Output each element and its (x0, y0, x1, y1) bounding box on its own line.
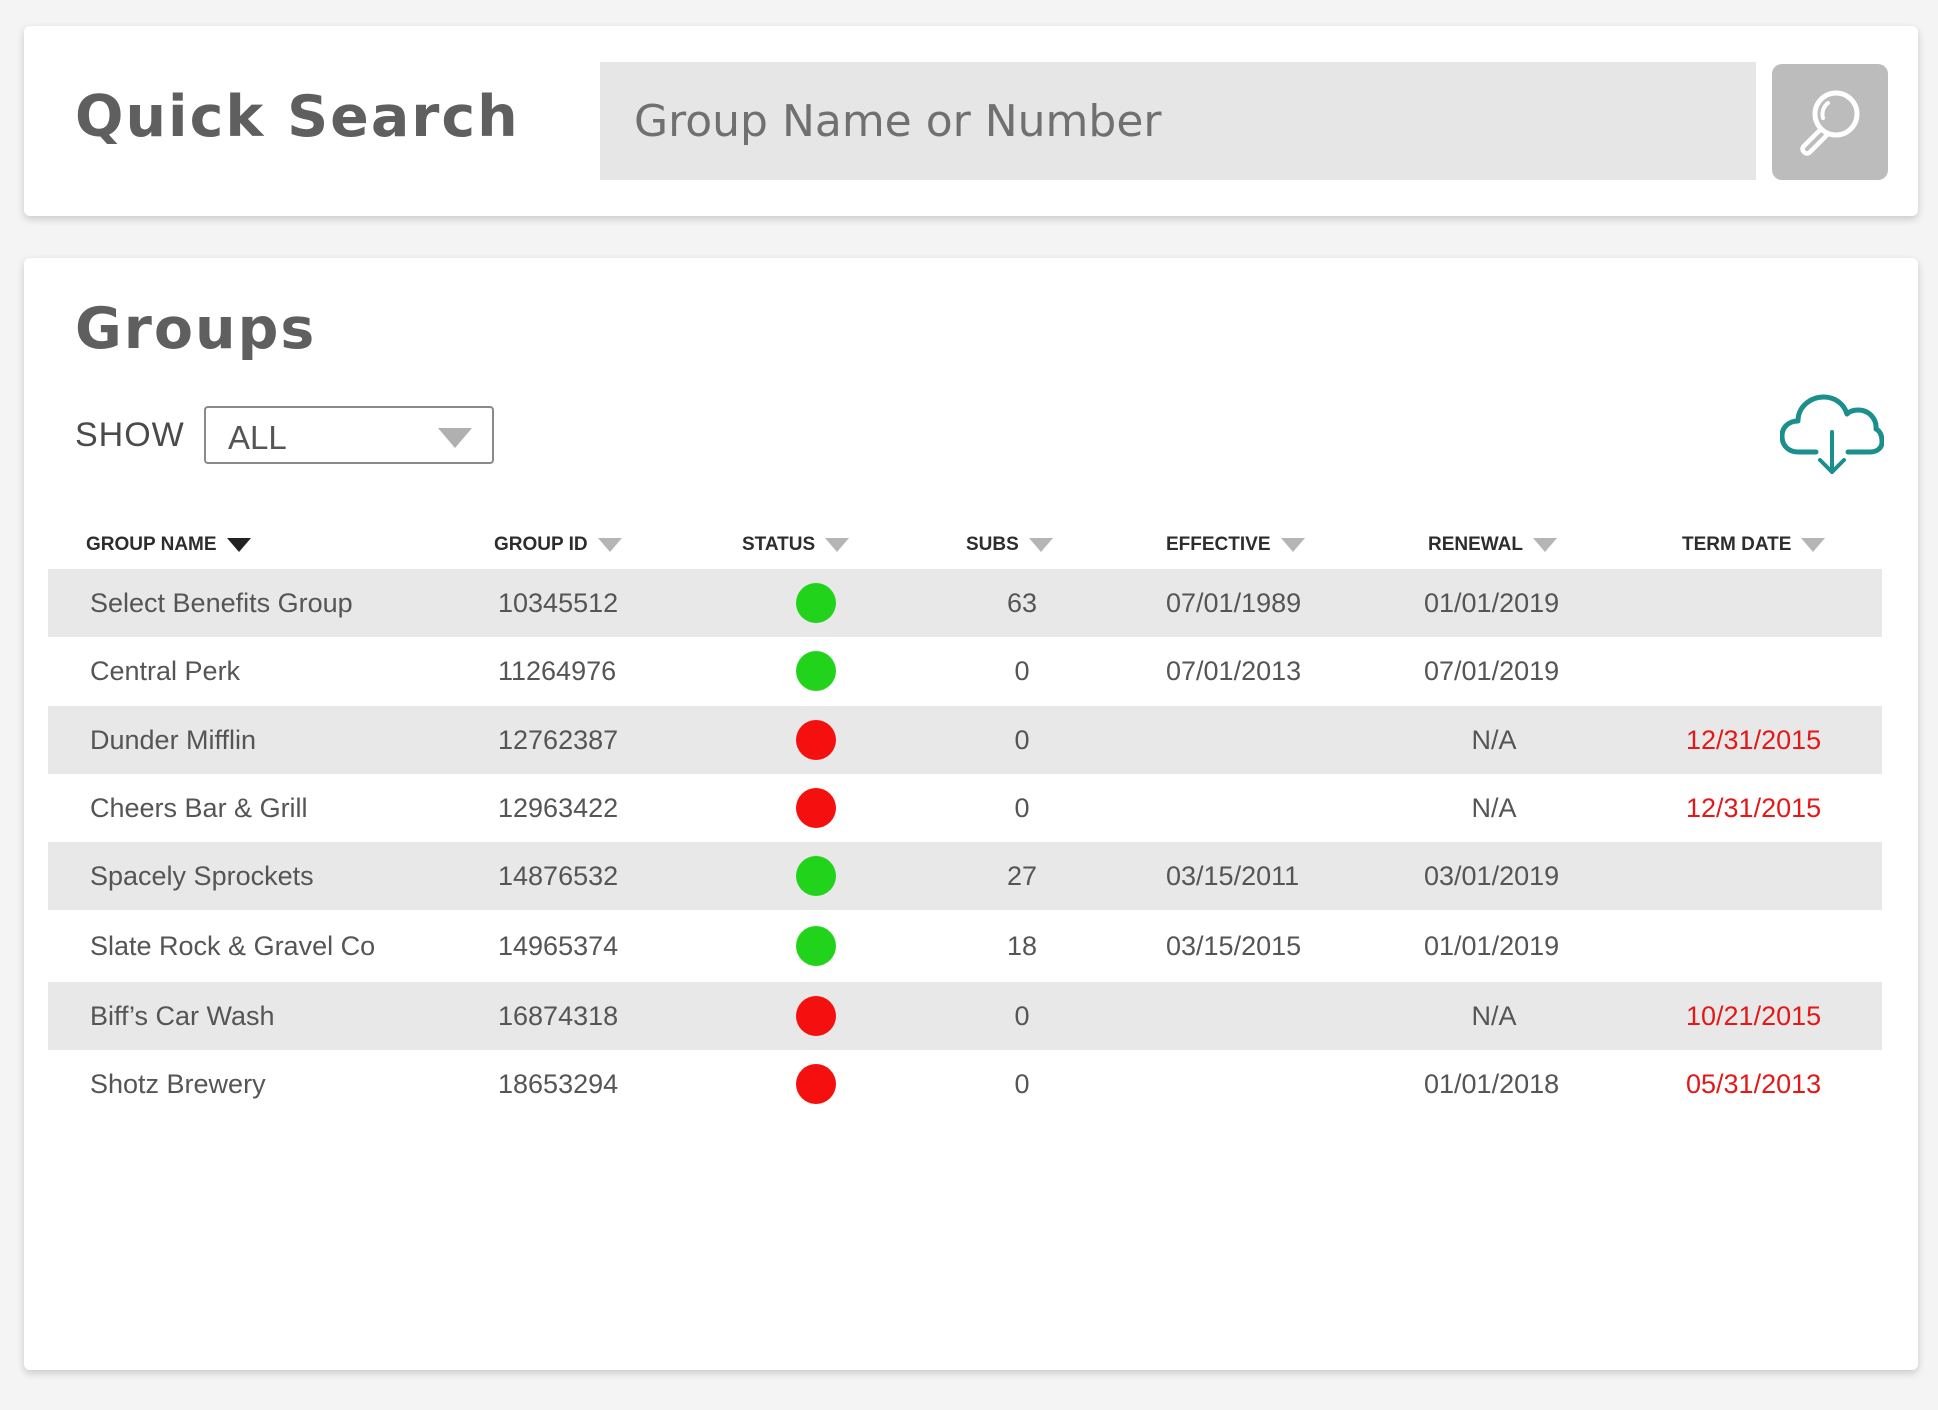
show-label: SHOW (75, 416, 185, 454)
column-header-label: SUBS (966, 534, 1019, 555)
table-row[interactable]: Central Perk 11264976 0 07/01/2013 07/01… (48, 637, 1882, 705)
column-header-label: GROUP ID (494, 534, 588, 555)
groups-title: Groups (75, 296, 317, 362)
effective-cell: 07/01/1989 (1166, 587, 1302, 618)
subs-cell: 0 (1014, 655, 1030, 686)
status-cell (766, 569, 866, 637)
group-id-cell: 12963422 (498, 792, 619, 823)
subs-cell: 27 (1006, 860, 1038, 891)
status-dot (796, 788, 836, 828)
renewal-cell: N/A (1471, 724, 1517, 755)
term-date-cell: 12/31/2015 (1686, 792, 1822, 823)
groups-card: Groups SHOW ALL GROUP NAME GROUP ID STAT… (24, 258, 1918, 1370)
column-header-effective[interactable]: EFFECTIVE (1166, 530, 1305, 560)
table-row[interactable]: Select Benefits Group 10345512 63 07/01/… (48, 569, 1882, 637)
subs-cell: 0 (1014, 1068, 1030, 1099)
group-name-cell: Shotz Brewery (90, 1068, 266, 1099)
show-filter-select[interactable]: ALL (204, 406, 494, 464)
group-id-cell: 11264976 (498, 655, 617, 686)
group-name-cell: Cheers Bar & Grill (90, 792, 308, 823)
status-dot (796, 926, 836, 966)
group-name-cell: Select Benefits Group (90, 587, 353, 618)
column-header-label: TERM DATE (1682, 534, 1792, 555)
group-name-cell: Central Perk (90, 655, 241, 686)
column-header-term-date[interactable]: TERM DATE (1682, 530, 1826, 560)
sort-icon (1028, 538, 1053, 552)
group-id-cell: 14965374 (498, 930, 619, 961)
group-name-cell: Biff’s Car Wash (90, 1000, 275, 1031)
group-id-cell: 18653294 (498, 1068, 619, 1099)
group-name-cell: Dunder Mifflin (90, 724, 257, 755)
renewal-cell: 03/01/2019 (1424, 860, 1560, 891)
subs-cell: 0 (1014, 724, 1030, 755)
status-cell (766, 1050, 866, 1118)
quick-search-card: Quick Search (24, 26, 1918, 216)
group-id-cell: 10345512 (498, 587, 619, 618)
status-dot (796, 996, 836, 1036)
status-cell (766, 637, 866, 705)
column-header-label: GROUP NAME (86, 534, 217, 555)
renewal-cell: N/A (1471, 792, 1517, 823)
effective-cell: 03/15/2011 (1166, 860, 1300, 891)
subs-cell: 18 (1006, 930, 1038, 961)
renewal-cell: N/A (1471, 1000, 1517, 1031)
term-date-cell: 05/31/2013 (1686, 1068, 1822, 1099)
renewal-cell: 01/01/2019 (1424, 587, 1560, 618)
status-cell (766, 774, 866, 842)
sort-icon (1801, 538, 1826, 552)
subs-cell: 63 (1006, 587, 1038, 618)
quick-search-title: Quick Search (75, 84, 520, 150)
table-row[interactable]: Dunder Mifflin 12762387 0 N/A 12/31/2015 (48, 706, 1882, 774)
sort-icon (1280, 538, 1305, 552)
sort-icon (825, 538, 850, 552)
chevron-down-icon (438, 428, 472, 448)
sort-icon (597, 538, 622, 552)
sort-desc-icon (226, 538, 251, 552)
status-dot (796, 1064, 836, 1104)
table-row[interactable]: Cheers Bar & Grill 12963422 0 N/A 12/31/… (48, 774, 1882, 842)
group-id-cell: 16874318 (498, 1000, 619, 1031)
status-cell (766, 706, 866, 774)
status-dot (796, 583, 836, 623)
column-header-label: EFFECTIVE (1166, 534, 1271, 555)
status-cell (766, 982, 866, 1050)
status-dot (796, 651, 836, 691)
column-header-status[interactable]: STATUS (742, 530, 850, 560)
search-input[interactable] (600, 62, 1756, 180)
column-header-group-name[interactable]: GROUP NAME (86, 530, 251, 560)
status-cell (766, 910, 866, 982)
table-row[interactable]: Biff’s Car Wash 16874318 0 N/A 10/21/201… (48, 982, 1882, 1050)
renewal-cell: 07/01/2019 (1424, 655, 1560, 686)
cloud-download-icon (1779, 394, 1885, 474)
group-id-cell: 14876532 (498, 860, 619, 891)
renewal-cell: 01/01/2018 (1424, 1068, 1560, 1099)
status-cell (766, 842, 866, 910)
search-icon (1800, 90, 1860, 156)
table-row[interactable]: Shotz Brewery 18653294 0 01/01/2018 05/3… (48, 1050, 1882, 1118)
group-id-cell: 12762387 (498, 724, 619, 755)
group-name-cell: Slate Rock & Gravel Co (90, 930, 376, 961)
sort-icon (1533, 538, 1557, 552)
term-date-cell: 10/21/2015 (1686, 1000, 1822, 1031)
group-name-cell: Spacely Sprockets (90, 860, 314, 891)
term-date-cell: 12/31/2015 (1686, 724, 1822, 755)
subs-cell: 0 (1014, 792, 1030, 823)
effective-cell: 07/01/2013 (1166, 655, 1302, 686)
status-dot (796, 720, 836, 760)
search-button[interactable] (1772, 64, 1888, 180)
column-header-renewal[interactable]: RENEWAL (1428, 530, 1557, 560)
column-header-label: RENEWAL (1428, 534, 1523, 555)
show-filter-value: ALL (228, 419, 287, 456)
effective-cell: 03/15/2015 (1166, 930, 1302, 961)
column-header-group-id[interactable]: GROUP ID (494, 530, 622, 560)
column-header-subs[interactable]: SUBS (966, 530, 1053, 560)
status-dot (796, 856, 836, 896)
column-header-label: STATUS (742, 534, 816, 555)
subs-cell: 0 (1014, 1000, 1030, 1031)
download-button[interactable] (1779, 392, 1885, 478)
table-row[interactable]: Spacely Sprockets 14876532 27 03/15/2011… (48, 842, 1882, 910)
table-row[interactable]: Slate Rock & Gravel Co 14965374 18 03/15… (48, 910, 1882, 982)
renewal-cell: 01/01/2019 (1424, 930, 1560, 961)
